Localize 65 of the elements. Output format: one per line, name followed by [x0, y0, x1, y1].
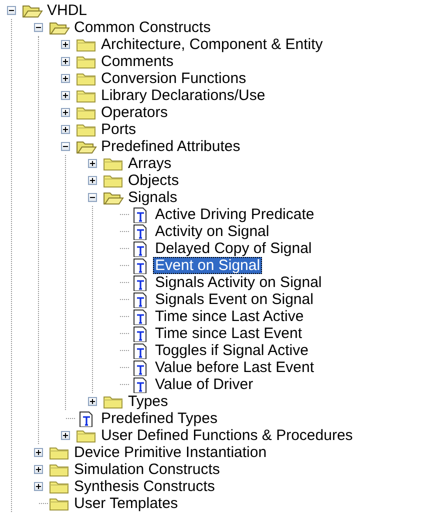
tree-item[interactable]: Signals Event on Signal — [153, 291, 316, 308]
expand-icon[interactable] — [34, 482, 43, 491]
tree-item[interactable]: Signals Activity on Signal — [153, 274, 324, 291]
collapse-icon[interactable] — [88, 193, 97, 202]
tree-item[interactable]: Comments — [99, 53, 176, 70]
expand-icon[interactable] — [88, 159, 97, 168]
folder-icon — [48, 444, 70, 460]
open-folder-icon — [21, 2, 43, 18]
expand-icon[interactable] — [61, 431, 70, 440]
tree-item[interactable]: Predefined Attributes — [99, 138, 242, 155]
expand-icon[interactable] — [88, 397, 97, 406]
expand-icon[interactable] — [61, 74, 70, 83]
folder-icon — [75, 88, 97, 104]
tree-item[interactable]: Simulation Constructs — [72, 461, 222, 478]
open-folder-icon — [48, 20, 70, 36]
tree-item[interactable]: Predefined Types — [99, 410, 220, 427]
tree-item[interactable]: User Templates — [72, 495, 180, 512]
expand-icon[interactable] — [61, 125, 70, 134]
folder-icon — [75, 122, 97, 138]
folder-icon — [75, 36, 97, 52]
expand-icon[interactable] — [61, 108, 70, 117]
collapse-icon[interactable] — [61, 142, 70, 151]
expand-icon[interactable] — [61, 57, 70, 66]
tree-item[interactable]: Architecture, Component & Entity — [99, 36, 325, 53]
collapse-icon[interactable] — [7, 6, 16, 15]
open-folder-icon — [102, 190, 124, 206]
tree-item[interactable]: Event on Signal — [153, 257, 262, 274]
tree-item[interactable]: Value of Driver — [153, 376, 256, 393]
folder-icon — [102, 172, 124, 188]
tree-item[interactable]: Common Constructs — [72, 19, 213, 36]
tree-item[interactable]: Arrays — [126, 155, 174, 172]
tree-item[interactable]: Types — [126, 393, 170, 410]
tree-item[interactable]: Conversion Functions — [99, 70, 248, 87]
folder-icon — [75, 70, 97, 86]
tree-item[interactable]: Signals — [126, 189, 180, 206]
tree-item[interactable]: Delayed Copy of Signal — [153, 240, 314, 257]
expand-icon[interactable] — [88, 176, 97, 185]
tree-item[interactable]: Synthesis Constructs — [72, 478, 217, 495]
collapse-icon[interactable] — [34, 23, 43, 32]
folder-icon — [75, 104, 97, 120]
folder-icon — [102, 394, 124, 410]
folder-icon — [75, 54, 97, 70]
folder-icon — [102, 156, 124, 172]
tree-item[interactable]: Device Primitive Instantiation — [72, 444, 269, 461]
expand-icon[interactable] — [34, 448, 43, 457]
tree-item[interactable]: Active Driving Predicate — [153, 206, 316, 223]
tree-item[interactable]: Activity on Signal — [153, 223, 272, 240]
tree-item[interactable]: User Defined Functions & Procedures — [99, 427, 355, 444]
tree-item[interactable]: Objects — [126, 172, 181, 189]
folder-icon — [75, 428, 97, 444]
expand-icon[interactable] — [61, 40, 70, 49]
folder-icon — [48, 462, 70, 478]
tree-item[interactable]: Time since Last Active — [153, 308, 306, 325]
expand-icon[interactable] — [34, 465, 43, 474]
folder-icon — [48, 478, 70, 494]
expand-icon[interactable] — [61, 91, 70, 100]
folder-icon — [48, 496, 70, 512]
tree-item[interactable]: VHDL — [45, 2, 90, 19]
open-folder-icon — [75, 138, 97, 154]
tree-item[interactable]: Operators — [99, 104, 170, 121]
tree-item[interactable]: Value before Last Event — [153, 359, 316, 376]
tree-item[interactable]: Time since Last Event — [153, 325, 304, 342]
tree-item[interactable]: Ports — [99, 121, 138, 138]
tree-item[interactable]: Library Declarations/Use — [99, 87, 268, 104]
tree-item[interactable]: Toggles if Signal Active — [153, 342, 310, 359]
